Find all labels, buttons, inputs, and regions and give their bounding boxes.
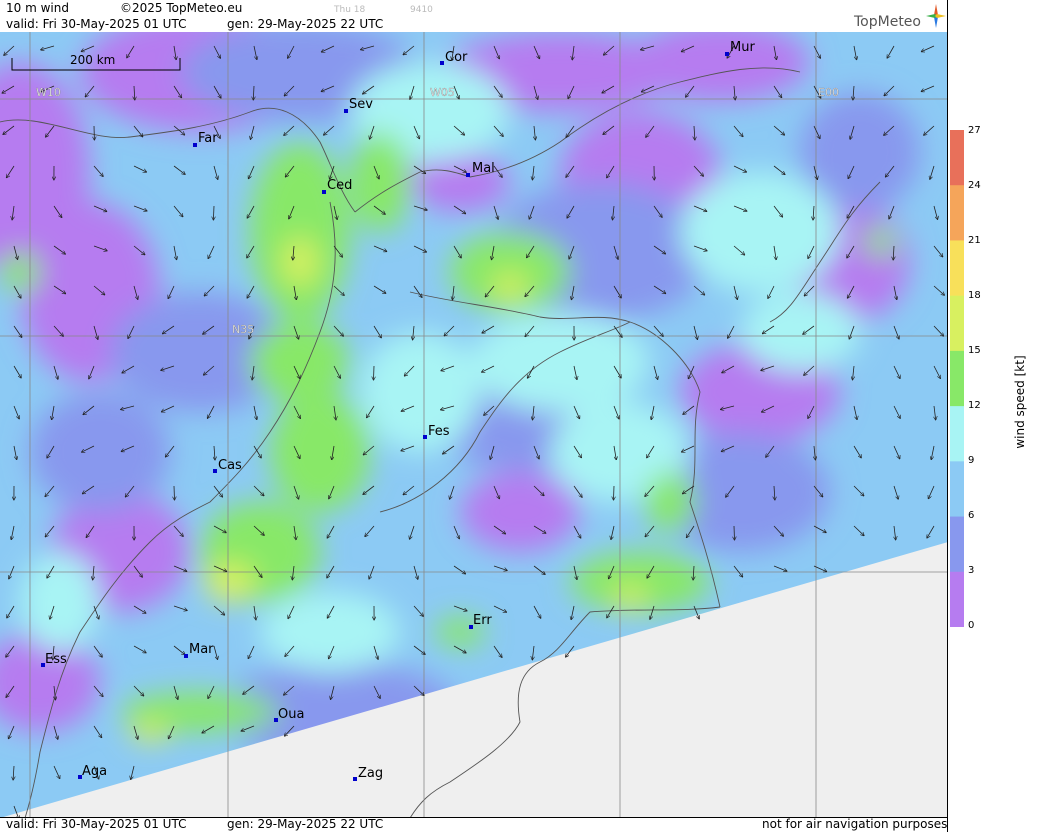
- colorbar-segment: [950, 461, 964, 518]
- wind-speed-area: [30, 392, 170, 512]
- legend-tick: 9: [968, 455, 975, 466]
- disclaimer: not for air navigation purposes: [762, 817, 948, 831]
- map-right-border: [947, 0, 948, 832]
- wind-speed-area: [612, 585, 648, 609]
- wind-speed-area: [865, 227, 895, 257]
- wind-speed-area: [0, 252, 40, 292]
- generated-time: gen: 29-May-2025 22 UTC: [227, 17, 384, 31]
- city-label: Oua: [278, 707, 304, 722]
- city-label: Fes: [428, 424, 450, 439]
- wind-speed-area: [492, 272, 528, 302]
- wind-arrow: [614, 485, 615, 500]
- city-label: Cas: [218, 458, 242, 473]
- legend-tick: 15: [968, 345, 981, 356]
- grid-label-e00: E00: [818, 86, 839, 99]
- scale-bar-label: 200 km: [70, 53, 115, 67]
- product-title: 10 m wind: [6, 1, 69, 15]
- wind-speed-colorbar: [950, 130, 964, 627]
- city-label: Cor: [445, 50, 468, 65]
- city-label: Ess: [45, 652, 67, 667]
- wind-speed-area: [360, 332, 480, 452]
- run-code: 9410: [410, 5, 433, 15]
- legend-tick: 0: [968, 620, 975, 631]
- topmeteo-logo: TopMeteo: [854, 14, 921, 30]
- legend-tick: 21: [968, 235, 981, 246]
- wind-arrow: [374, 365, 375, 380]
- city-label: Aga: [82, 764, 107, 779]
- city-label: Mal: [472, 161, 495, 176]
- legend-tick: 18: [968, 290, 981, 301]
- run-indicator: Thu 18: [334, 5, 366, 15]
- colorbar-segment: [950, 350, 964, 407]
- wind-speed-area: [250, 142, 350, 322]
- wind-speed-area: [250, 322, 350, 402]
- wind-speed-area: [270, 392, 370, 512]
- legend-title: wind speed [kt]: [1013, 355, 1027, 449]
- grid-label-w05: W05: [430, 86, 455, 99]
- grid-label-n35: N35: [232, 323, 254, 336]
- colorbar-segment: [950, 295, 964, 352]
- city-label: Far: [198, 131, 218, 146]
- wind-arrow: [174, 485, 175, 500]
- wind-speed-area: [740, 292, 860, 372]
- city-label: Mar: [189, 642, 214, 657]
- compass-logo-icon: [926, 4, 946, 28]
- city-label: Sev: [349, 97, 373, 112]
- city-label: Ced: [327, 178, 352, 193]
- legend-tick: 24: [968, 180, 981, 191]
- colorbar-segment: [950, 130, 964, 186]
- wind-speed-area: [260, 592, 400, 672]
- wind-speed-area: [470, 312, 650, 412]
- colorbar-segment: [950, 240, 964, 297]
- copyright-text: ©2025 TopMeteo.eu: [120, 1, 243, 15]
- colorbar-segment: [950, 571, 964, 627]
- colorbar-segment: [950, 406, 964, 462]
- footer-valid-time: valid: Fri 30-May-2025 01 UTC: [6, 817, 187, 831]
- wind-map: 200 km W10 W05 E00 N35 Cor Mur Sev Far C…: [0, 32, 948, 818]
- wind-speed-area: [645, 472, 695, 532]
- city-label: Err: [473, 613, 492, 628]
- city-label: Mur: [730, 40, 755, 55]
- footer-generated-time: gen: 29-May-2025 22 UTC: [227, 817, 384, 831]
- wind-arrow: [734, 525, 735, 540]
- legend-tick: 12: [968, 400, 981, 411]
- valid-time: valid: Fri 30-May-2025 01 UTC: [6, 17, 187, 31]
- colorbar-segment: [950, 185, 964, 241]
- legend-tick: 27: [968, 125, 981, 136]
- wind-speed-area: [282, 237, 318, 287]
- grid-label-w10: W10: [36, 86, 61, 99]
- colorbar-segment: [950, 516, 964, 573]
- wind-speed-area: [20, 552, 100, 652]
- legend-tick: 6: [968, 510, 975, 521]
- wind-speed-area: [205, 562, 255, 602]
- wind-speed-area: [460, 472, 580, 552]
- city-label: Zag: [358, 766, 383, 781]
- legend-tick: 3: [968, 565, 975, 576]
